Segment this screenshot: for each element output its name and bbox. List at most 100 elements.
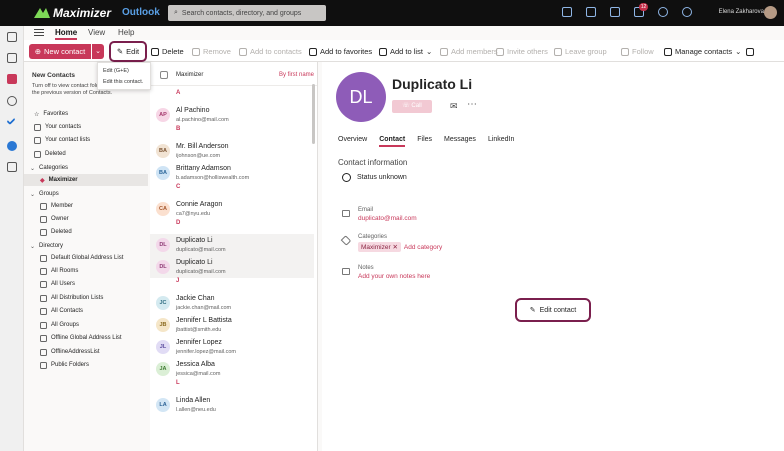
tab-overview[interactable]: Overview	[338, 136, 367, 143]
sidebar-item-directory[interactable]: Default Global Address List	[40, 252, 123, 264]
bell-icon[interactable]: 12	[634, 3, 648, 17]
sidebar-item-favorites[interactable]: ☆ Favorites	[34, 108, 68, 120]
list-scrollbar[interactable]	[312, 84, 315, 144]
edit-button[interactable]: ✎ Edit	[109, 41, 147, 62]
list-item[interactable]: JC Jackie Chan jackie.chan@mail.com	[150, 292, 314, 314]
sidebar-item-directory[interactable]: All Rooms	[40, 265, 78, 277]
top-bar: Maximizer Outlook ⌕ Search contacts, dir…	[0, 0, 784, 26]
select-all-checkbox[interactable]	[160, 71, 168, 79]
onedrive-icon[interactable]	[7, 141, 17, 151]
calendar-icon[interactable]	[7, 53, 17, 63]
more-icon[interactable]: ⋯	[467, 99, 477, 110]
tab-messages[interactable]: Messages	[444, 136, 476, 143]
list-item[interactable]: JB Jennifer L Battista jbattist@smith.edu	[150, 314, 314, 336]
add-to-contacts-button[interactable]: Add to contacts	[239, 44, 302, 59]
list-section-letter: J	[176, 278, 180, 284]
category-tag[interactable]: Maximizer ✕	[358, 242, 401, 252]
remove-button[interactable]: Remove	[192, 44, 231, 59]
add-to-list-button[interactable]: Add to list ⌄	[379, 44, 432, 59]
chevron-down-icon: ⌄	[95, 48, 101, 55]
follow-button[interactable]: Follow	[621, 44, 654, 59]
add-to-favorites-button[interactable]: Add to favorites	[309, 44, 372, 59]
delete-button[interactable]: Delete	[151, 44, 184, 59]
whiteboard-icon[interactable]	[586, 7, 596, 17]
notes-input[interactable]: Add your own notes here	[358, 273, 430, 280]
contact-name: Mr. Bill Anderson	[176, 143, 229, 150]
groups-icon[interactable]	[7, 96, 17, 106]
list-item[interactable]: LA Linda Allen l.allen@neu.edu	[150, 394, 314, 416]
gear-icon[interactable]	[658, 7, 668, 17]
list-item[interactable]: DL Duplicato Li duplicato@mail.com	[150, 234, 314, 256]
hamburger-icon[interactable]	[34, 29, 44, 36]
sort-dropdown[interactable]: By first name	[279, 72, 314, 78]
mail-icon[interactable]: ✉	[450, 101, 458, 112]
sidebar-item-maximizer[interactable]: ◆ Maximizer	[24, 174, 148, 186]
outlook-label[interactable]: Outlook	[122, 7, 160, 18]
avatar[interactable]	[764, 6, 777, 19]
contact-name: Duplicato Li	[176, 237, 213, 244]
search-box[interactable]: ⌕ Search contacts, directory, and groups	[168, 5, 326, 21]
new-contact-dropdown[interactable]: ⌄	[92, 44, 104, 59]
sidebar-item-directory[interactable]: All Contacts	[40, 305, 83, 317]
list-item[interactable]: AP Al Pachino al.pachino@mail.com	[150, 104, 314, 126]
todo-icon[interactable]	[6, 115, 16, 126]
categories-header[interactable]: ⌄ Categories	[30, 162, 68, 174]
sidebar-item-directory[interactable]: All Groups	[40, 319, 79, 331]
manage-icon	[664, 47, 672, 56]
tooltip-shortcut: Edit (G+E)	[103, 68, 129, 74]
directory-header[interactable]: ⌄ Directory	[30, 240, 63, 252]
tab-files[interactable]: Files	[417, 136, 432, 143]
list-item[interactable]: JL Jennifer Lopez jennifer.lopez@mail.com	[150, 336, 314, 358]
lightbulb-icon[interactable]	[682, 7, 692, 17]
presence-status: Status unknown	[342, 173, 407, 182]
sidebar-item-contact-lists[interactable]: Your contact lists	[34, 134, 90, 146]
add-members-button[interactable]: Add members	[440, 44, 498, 59]
sidebar-item-directory[interactable]: Offline Global Address List	[40, 332, 122, 344]
new-contact-button[interactable]: ⊕ New contact	[29, 44, 91, 59]
groups-header[interactable]: ⌄ Groups	[30, 188, 59, 200]
leave-group-button[interactable]: Leave group	[554, 44, 607, 59]
tab-linkedin[interactable]: LinkedIn	[488, 136, 514, 143]
add-category-link[interactable]: Add category	[404, 244, 442, 251]
list-icon	[34, 136, 41, 144]
sidebar-item-deleted[interactable]: Deleted	[34, 148, 66, 160]
add-person-icon: ⊕	[34, 47, 41, 56]
contact-email: jennifer.lopez@mail.com	[176, 349, 236, 355]
people-icon[interactable]	[7, 74, 17, 84]
list-item[interactable]: DL Duplicato Li duplicato@mail.com	[150, 256, 314, 278]
list-header: Maximizer By first name	[150, 62, 317, 86]
list-section-letter: B	[176, 126, 181, 132]
folder-icon	[40, 361, 47, 369]
avatar: DL	[156, 238, 170, 252]
manage-contacts-button[interactable]: Manage contacts ⌄	[664, 44, 741, 59]
tab-home[interactable]: Home	[55, 28, 78, 40]
list-item[interactable]: BA Mr. Bill Anderson ijohnson@ue.com	[150, 140, 314, 162]
pencil-icon: ✎	[116, 47, 124, 56]
edit-contact-button[interactable]: ✎ Edit contact	[515, 298, 591, 322]
call-button[interactable]: ☏ Call	[392, 100, 432, 113]
maximizer-addin-button[interactable]	[746, 44, 754, 59]
my-day-icon[interactable]	[610, 7, 620, 17]
mail-icon[interactable]	[7, 32, 17, 42]
sidebar-item-directory[interactable]: OfflineAddressList	[40, 346, 100, 358]
note-icon	[342, 268, 350, 275]
sidebar-item-member[interactable]: Member	[40, 200, 73, 212]
sidebar-item-your-contacts[interactable]: Your contacts	[34, 121, 81, 133]
list-item[interactable]: JA Jessica Alba jessica@mail.com	[150, 358, 314, 380]
sidebar-item-directory[interactable]: Public Folders	[40, 359, 89, 371]
sidebar-item-directory[interactable]: All Users	[40, 278, 75, 290]
teams-icon[interactable]	[562, 7, 572, 17]
list-item[interactable]: BA Brittany Adamson b.adamson@holliswealth…	[150, 162, 314, 184]
sidebar-item-directory[interactable]: All Distribution Lists	[40, 292, 103, 304]
list-item[interactable]: CA Connie Aragon ca7@nyu.edu	[150, 198, 314, 220]
sidebar-item-group-deleted[interactable]: Deleted	[40, 226, 72, 238]
tab-help[interactable]: Help	[118, 28, 134, 37]
mail-icon	[342, 210, 350, 217]
apps-icon[interactable]	[7, 162, 17, 172]
email-link[interactable]: duplicato@mail.com	[358, 215, 417, 222]
invite-others-button[interactable]: Invite others	[496, 44, 548, 59]
tab-contact[interactable]: Contact	[379, 136, 406, 147]
sidebar-item-owner[interactable]: Owner	[40, 213, 69, 225]
contact-email: ca7@nyu.edu	[176, 211, 211, 217]
tab-view[interactable]: View	[88, 28, 105, 37]
